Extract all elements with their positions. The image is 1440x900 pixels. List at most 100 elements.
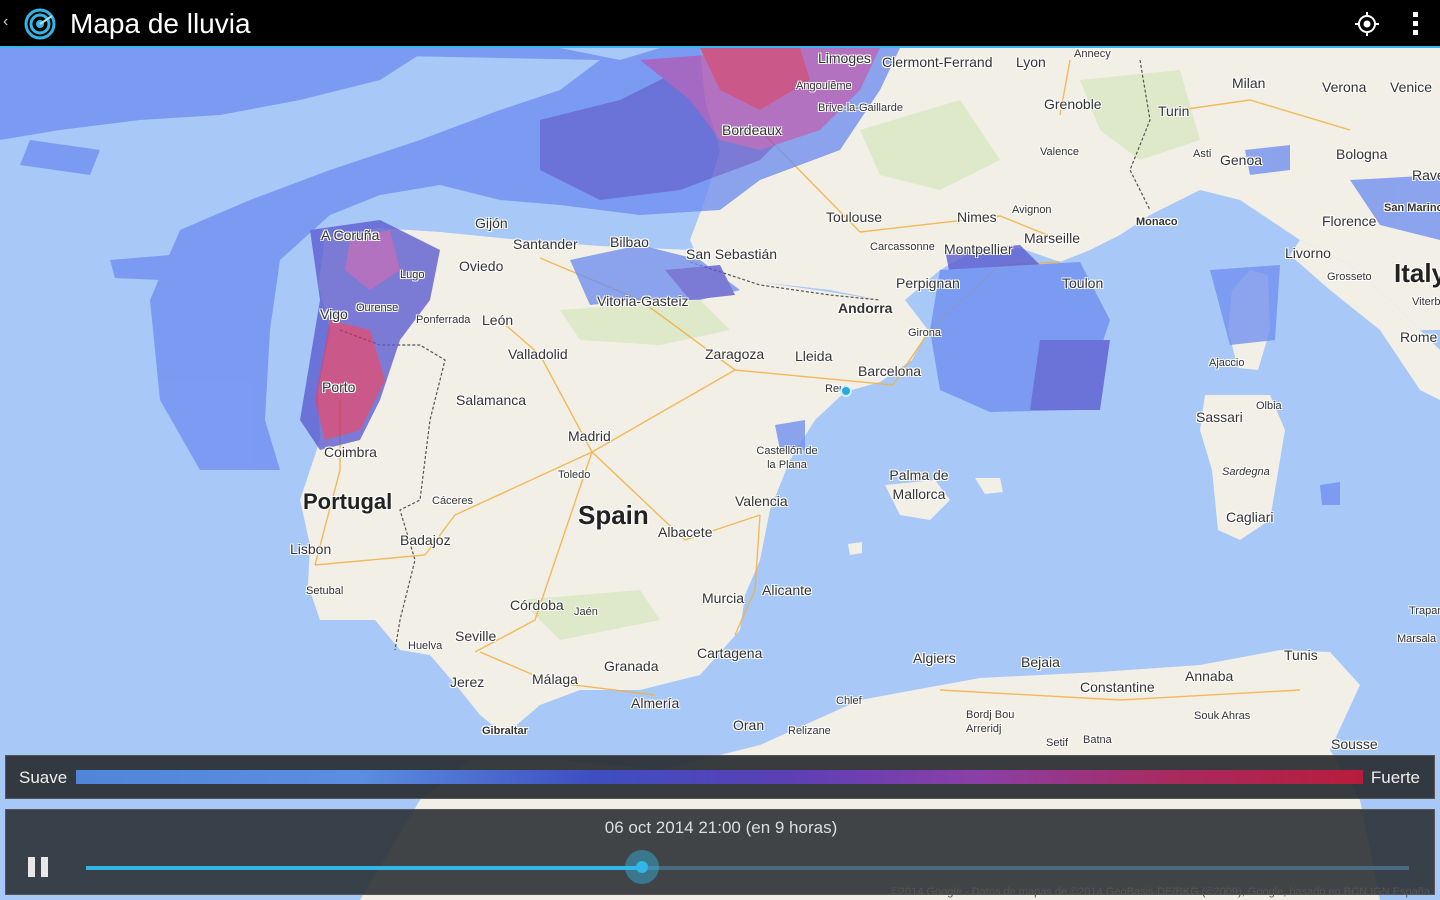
city-label: Turin [1158,103,1190,119]
city-label: Cáceres [432,495,473,507]
country-label: Spain [578,500,649,530]
city-label: Ajaccio [1209,357,1245,369]
city-label: Valence [1040,146,1079,158]
up-caret-icon[interactable]: ‹ [3,13,8,31]
city-label: Málaga [532,671,578,687]
city-label: Granada [604,658,659,674]
city-label: Seville [455,628,497,644]
city-label: Murcia [702,590,745,606]
city-label: Bologna [1336,146,1388,162]
city-label: Bejaia [1021,654,1060,670]
city-label: Madrid [568,428,611,444]
city-label: Annecy [1074,48,1111,60]
city-label: Marsala [1397,633,1437,645]
city-label: Almería [631,695,680,711]
city-label: Coimbra [324,444,377,460]
city-label: Verona [1322,79,1367,95]
country-label: Portugal [303,489,393,514]
forecast-timestamp: 06 oct 2014 21:00 (en 9 horas) [604,818,838,837]
overflow-menu-button[interactable] [1396,4,1436,44]
city-label: Asti [1193,148,1212,160]
city-label: Castellón de la Plana [756,445,818,471]
city-label: Bilbao [610,234,649,250]
city-label: Brive-la-Gaillarde [818,102,903,114]
city-label: Rome [1400,329,1438,345]
city-label: Lleida [795,348,833,364]
city-label: Lugo [400,269,425,281]
city-label: Toulouse [826,209,883,225]
city-label: Gibraltar [482,725,528,737]
city-label: Ourense [356,302,399,314]
my-location-button[interactable] [1347,4,1387,44]
city-label: Sardegna [1222,466,1270,478]
timeline-thumb[interactable] [624,850,659,884]
city-label: Zaragoza [705,346,765,362]
action-bar: ‹ Mapa de lluvia [0,0,1440,48]
city-label: Batna [1083,734,1112,746]
city-label: Montpellier [944,241,1013,257]
city-label: Chlef [836,695,862,707]
playback-panel: 06 oct 2014 21:00 (en 9 horas) [5,809,1435,895]
city-label: Livorno [1285,245,1331,261]
city-label: Santander [513,236,578,252]
city-label: Girona [908,327,942,339]
my-location-icon [1355,12,1379,36]
city-label: Constantine [1080,679,1155,695]
city-label: Cagliari [1226,509,1274,525]
city-label: Badajoz [400,532,451,548]
city-label: Algiers [913,650,956,666]
city-label: Vigo [320,306,348,322]
city-label: Vitoria-Gasteiz [597,293,689,309]
city-label: Tunis [1284,647,1318,663]
map-attribution: ©2014 Google - Datos de mapas de ©2014 G… [890,886,1430,898]
city-label: San Marino [1384,202,1440,214]
intensity-legend: Suave Fuerte [5,755,1435,799]
city-label: Limoges [818,50,871,66]
city-label: Toulon [1062,275,1104,291]
city-label: Grosseto [1327,271,1372,283]
city-label: Andorra [838,300,893,316]
city-label: Jaén [574,606,598,618]
radar-icon[interactable] [22,6,58,42]
city-label: Córdoba [510,597,564,613]
overflow-menu-icon [1413,12,1418,35]
city-label: Albacete [658,524,713,540]
city-label: Angoulême [796,80,852,92]
city-label: Sassari [1196,409,1243,425]
timeline-slider[interactable] [86,866,1409,870]
city-label: Bordj Bou Arreridj [966,709,1015,735]
city-label: Clermont-Ferrand [882,54,993,70]
city-label: Avignon [1012,204,1052,216]
app-title: Mapa de lluvia [70,8,251,39]
city-label: Viterbo [1412,296,1440,308]
city-label: Florence [1322,213,1377,229]
legend-low-label: Suave [19,768,68,787]
city-label: Grenoble [1044,96,1102,112]
timeline-progress [86,866,642,870]
city-label: Marseille [1024,230,1081,246]
city-label: Alicante [762,582,812,598]
city-label: Perpignan [896,275,960,291]
city-label: Setubal [306,585,344,597]
city-label: Annaba [1185,668,1234,684]
city-label: Jerez [450,674,485,690]
city-label: Milan [1232,75,1266,91]
city-label: Valencia [735,493,788,509]
intensity-gradient-bar [76,770,1363,784]
city-label: Porto [322,379,356,395]
city-label: Monaco [1136,216,1178,228]
city-label: San Sebastián [686,246,778,262]
city-label: Barcelona [858,363,922,379]
pause-button[interactable] [24,855,52,881]
legend-high-label: Fuerte [1370,768,1420,787]
city-label: Olbia [1256,400,1282,412]
city-label: Lyon [1016,54,1046,70]
country-label: Italy [1394,258,1440,288]
city-label: Gijón [475,215,508,231]
city-label: Carcassonne [870,241,935,253]
city-label: Lisbon [290,541,332,557]
city-label: León [482,312,514,328]
city-label: Huelva [408,640,443,652]
city-label: Nimes [957,209,997,225]
city-label: Bordeaux [722,122,782,138]
